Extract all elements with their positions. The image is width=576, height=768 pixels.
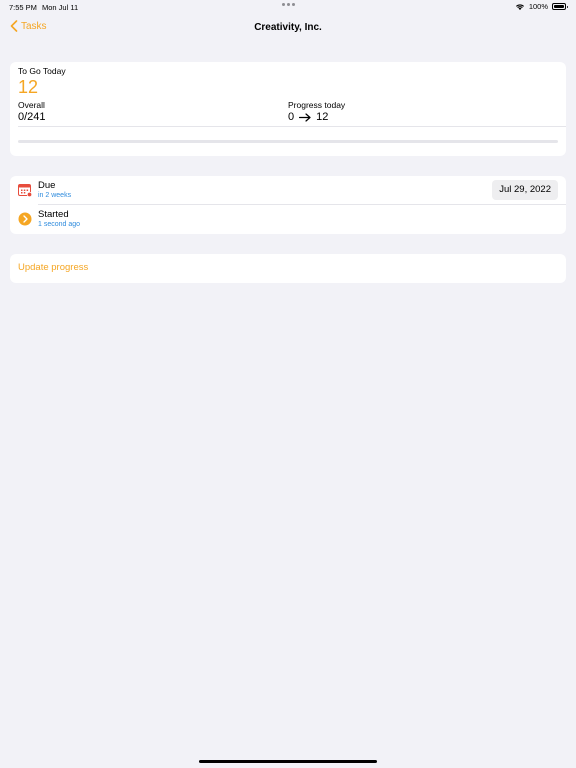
summary-card: To Go Today 12 Overall 0/241 Progress to… — [10, 62, 566, 156]
due-row[interactable]: Due in 2 weeks Jul 29, 2022 — [10, 176, 566, 205]
update-progress-button[interactable]: Update progress — [18, 262, 88, 273]
progress-today-value: 0 12 — [288, 111, 328, 123]
arrow-right-icon — [299, 112, 311, 122]
overall-label: Overall — [18, 100, 45, 110]
calendar-icon — [18, 184, 32, 197]
started-relative: 1 second ago — [38, 221, 81, 228]
due-date-picker[interactable]: Jul 29, 2022 — [492, 180, 558, 200]
progress-from: 0 — [288, 111, 295, 123]
progress-bar — [18, 140, 558, 143]
status-date: Mon Jul 11 — [42, 3, 79, 12]
chevron-right-circle-icon — [18, 212, 32, 226]
battery-percent: 100% — [528, 2, 548, 11]
actions-card: Update progress — [10, 254, 566, 283]
due-relative: in 2 weeks — [38, 192, 72, 199]
schedule-card: Due in 2 weeks Jul 29, 2022 Started 1 se… — [10, 176, 566, 234]
status-bar: 7:55 PM Mon Jul 11 100% — [0, 0, 576, 14]
to-go-today-value: 12 — [18, 77, 39, 97]
status-time: 7:55 PM — [9, 3, 37, 12]
progress-to: 12 — [316, 111, 329, 123]
started-label: Started — [38, 209, 69, 220]
battery-icon — [552, 3, 568, 10]
navigation-bar: Tasks Creativity, Inc. — [0, 14, 576, 42]
overall-value: 0/241 — [18, 111, 46, 123]
progress-today-label: Progress today — [288, 100, 346, 110]
started-row[interactable]: Started 1 second ago — [10, 205, 566, 234]
wifi-icon — [515, 3, 524, 10]
status-right: 100% — [515, 2, 568, 11]
due-label: Due — [38, 180, 56, 191]
summary-divider — [18, 126, 566, 127]
page-title: Creativity, Inc. — [254, 22, 322, 33]
home-indicator[interactable] — [199, 760, 377, 763]
to-go-today-label: To Go Today — [18, 66, 66, 76]
multitasking-dots[interactable] — [282, 3, 295, 6]
